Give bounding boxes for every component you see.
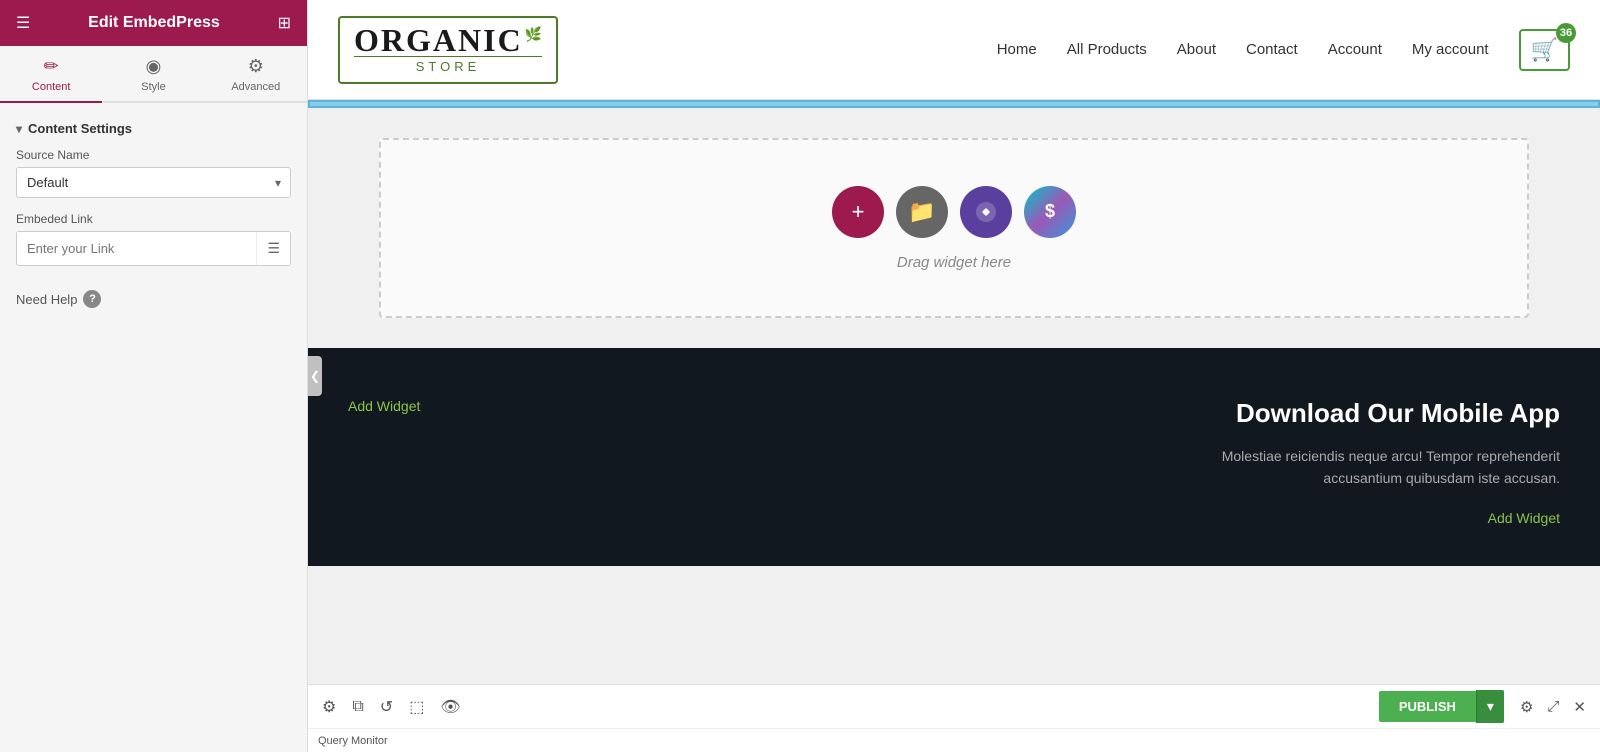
scribe-icon-btn[interactable]: $ — [1024, 186, 1076, 238]
history-icon[interactable]: ↺ — [380, 697, 393, 717]
content-tab-icon: ✏ — [44, 56, 59, 77]
footer-app-title: Download Our Mobile App — [1160, 398, 1560, 429]
bottom-gear-icon[interactable]: ⚙ — [1520, 698, 1533, 716]
logo-text: Organic 🌿 Store — [354, 24, 542, 74]
publish-group: PUBLISH ▾ — [1379, 690, 1504, 723]
logo-organic-text: Organic — [354, 24, 523, 56]
embed-link-input-wrapper: ☰ — [16, 231, 291, 266]
embed-link-label: Embeded Link — [16, 212, 291, 226]
sidebar-title: Edit EmbedPress — [88, 14, 220, 32]
folder-icon-btn[interactable]: 📁 — [896, 186, 948, 238]
layers-icon[interactable]: ⧉ — [352, 698, 363, 716]
nav-home[interactable]: Home — [997, 41, 1037, 58]
source-name-select-wrapper: Default YouTube Vimeo Twitter ▾ — [16, 167, 291, 198]
tab-style[interactable]: ◉ Style — [102, 46, 204, 103]
nav-my-account[interactable]: My account — [1412, 41, 1489, 58]
help-circle-icon: ? — [83, 290, 101, 308]
nav-contact[interactable]: Contact — [1246, 41, 1298, 58]
embed-link-input[interactable] — [17, 233, 256, 264]
cart-button[interactable]: 🛒 36 — [1519, 29, 1570, 71]
publish-dropdown-button[interactable]: ▾ — [1476, 690, 1504, 723]
publish-button[interactable]: PUBLISH — [1379, 691, 1476, 722]
collapse-icon: ❮ — [310, 369, 320, 383]
logo-box: Organic 🌿 Store — [338, 16, 558, 84]
canvas-highlight-bar — [308, 100, 1600, 108]
sidebar-content: ▾ Content Settings Source Name Default Y… — [0, 103, 307, 752]
section-header[interactable]: ▾ Content Settings — [16, 113, 291, 148]
content-settings-section: ▾ Content Settings Source Name Default Y… — [0, 113, 307, 266]
embed-link-list-icon[interactable]: ☰ — [256, 232, 290, 265]
nav-about[interactable]: About — [1177, 41, 1216, 58]
footer-left: Add Widget — [348, 398, 420, 416]
need-help-label: Need Help — [16, 292, 77, 307]
logo-area: Organic 🌿 Store — [338, 16, 558, 84]
grid-icon[interactable]: ⊞ — [278, 13, 291, 33]
embed-link-row: Embeded Link ☰ — [16, 212, 291, 266]
sidebar-tabs: ✏ Content ◉ Style ⚙ Advanced — [0, 46, 307, 103]
embed-svg-icon — [974, 200, 998, 224]
source-name-select[interactable]: Default YouTube Vimeo Twitter — [16, 167, 291, 198]
section-chevron-icon: ▾ — [16, 122, 22, 136]
footer-inner: Add Widget Download Our Mobile App Moles… — [348, 398, 1560, 526]
widget-icons-row: + 📁 $ — [832, 186, 1076, 238]
cart-badge: 36 — [1556, 23, 1576, 43]
top-nav: Organic 🌿 Store Home All Products About … — [308, 0, 1600, 100]
responsive-icon[interactable]: ⬚ — [409, 697, 424, 717]
footer-add-widget-link[interactable]: Add Widget — [348, 398, 420, 414]
logo-leaf-icon: 🌿 — [525, 26, 542, 43]
bottom-bar-icons: ⚙ ⧉ ↺ ⬚ 👁 — [322, 697, 1363, 717]
sidebar: ☰ Edit EmbedPress ⊞ ✏ Content ◉ Style ⚙ … — [0, 0, 308, 752]
source-name-row: Source Name Default YouTube Vimeo Twitte… — [16, 148, 291, 198]
scribe-label: $ — [1045, 201, 1055, 222]
need-help-button[interactable]: Need Help ? — [0, 280, 307, 318]
footer-add-widget-bottom[interactable]: Add Widget — [1160, 510, 1560, 526]
advanced-tab-icon: ⚙ — [248, 56, 264, 77]
tab-advanced[interactable]: ⚙ Advanced — [205, 46, 307, 103]
hamburger-icon[interactable]: ☰ — [16, 13, 30, 33]
footer-section: Add Widget Download Our Mobile App Moles… — [308, 348, 1600, 566]
tab-content[interactable]: ✏ Content — [0, 46, 102, 103]
main-area: Organic 🌿 Store Home All Products About … — [308, 0, 1600, 752]
embed-icon-btn[interactable] — [960, 186, 1012, 238]
section-title: Content Settings — [28, 121, 132, 136]
widget-drop-zone[interactable]: + 📁 $ — [379, 138, 1529, 318]
bottom-expand-icon[interactable]: ⤢ — [1547, 698, 1559, 715]
bottom-bar: ⚙ ⧉ ↺ ⬚ 👁 PUBLISH ▾ ⚙ ⤢ ✕ — [308, 684, 1600, 728]
drag-widget-text: Drag widget here — [897, 254, 1011, 271]
nav-all-products[interactable]: All Products — [1067, 41, 1147, 58]
bottom-close-icon[interactable]: ✕ — [1573, 698, 1586, 716]
add-widget-icon-btn[interactable]: + — [832, 186, 884, 238]
footer-right: Download Our Mobile App Molestiae reicie… — [1160, 398, 1560, 526]
footer-description: Molestiae reiciendis neque arcu! Tempor … — [1160, 445, 1560, 490]
query-monitor-label: Query Monitor — [318, 735, 388, 747]
nav-links: Home All Products About Contact Account … — [997, 29, 1570, 71]
style-tab-label: Style — [141, 81, 165, 93]
eye-icon[interactable]: 👁 — [440, 697, 460, 717]
advanced-tab-label: Advanced — [231, 81, 280, 93]
content-tab-label: Content — [32, 81, 71, 93]
canvas-main: + 📁 $ — [308, 108, 1600, 348]
source-name-label: Source Name — [16, 148, 291, 162]
style-tab-icon: ◉ — [146, 56, 162, 77]
logo-store-text: Store — [354, 56, 542, 74]
bottom-right-icons: ⚙ ⤢ ✕ — [1520, 698, 1586, 716]
settings-icon[interactable]: ⚙ — [322, 697, 336, 717]
collapse-handle[interactable]: ❮ — [308, 356, 322, 396]
query-monitor-bar: Query Monitor — [308, 728, 1600, 752]
nav-account[interactable]: Account — [1328, 41, 1382, 58]
canvas-area: + 📁 $ — [308, 100, 1600, 684]
cart-icon: 🛒 — [1531, 37, 1558, 62]
sidebar-header: ☰ Edit EmbedPress ⊞ — [0, 0, 307, 46]
